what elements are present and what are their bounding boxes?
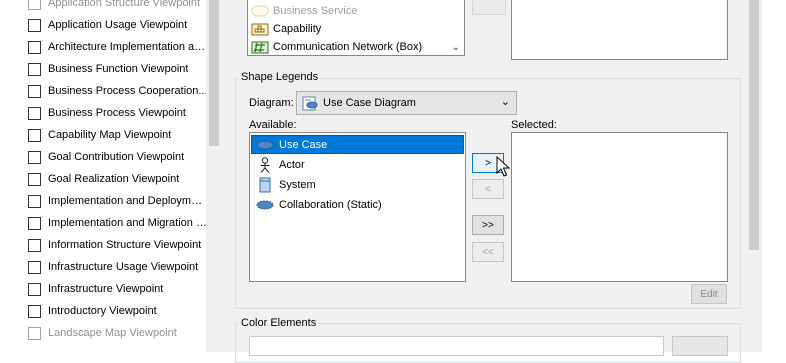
selected-label: Selected: [511,119,557,131]
edit-button[interactable]: Edit [691,284,727,304]
business-service-icon [251,5,269,17]
viewpoint-label: Implementation and Deploymen... [48,195,206,207]
viewpoint-checkbox[interactable] [28,194,41,208]
list-item-use-case[interactable]: Use Case [251,135,464,154]
viewpoint-checkbox[interactable] [28,128,41,142]
viewpoint-label: Capability Map Viewpoint [48,129,172,141]
viewpoint-item[interactable]: Information Structure Viewpoint [28,236,206,254]
list-item-collaboration[interactable]: Collaboration (Static) [251,195,464,214]
viewpoint-item[interactable]: Landscape Map Viewpoint [28,324,206,342]
viewpoint-label: Goal Realization Viewpoint [48,173,180,185]
diagram-label: Diagram: [249,97,294,109]
viewpoint-label: Implementation and Migration V... [48,217,206,229]
viewpoint-label: Business Process Viewpoint [48,107,186,119]
list-item[interactable]: Business Service [251,2,357,20]
list-item-system[interactable]: System [251,175,464,194]
viewpoint-list-scroll-thumb[interactable] [209,0,219,146]
viewpoint-label: Application Usage Viewpoint [48,19,188,31]
viewpoint-item[interactable]: Application Structure Viewpoint [28,0,206,12]
remove-all-button[interactable]: << [472,242,504,262]
list-item-label: Collaboration (Static) [279,198,382,211]
element-type-list[interactable]: Business Service Capability Communicatio… [247,0,465,56]
available-list[interactable]: Use Case Actor System Collaboration (Sta… [249,132,466,282]
viewpoint-checkbox[interactable] [28,84,41,98]
viewpoint-checkbox[interactable] [28,150,41,164]
chevron-down-icon[interactable]: ⌄ [452,42,460,53]
diagram-select-value: Use Case Diagram [323,97,416,109]
list-item-label: Business Service [273,5,358,17]
viewpoint-checkbox[interactable] [28,62,41,76]
viewpoint-label: Business Process Cooperation... [48,85,206,97]
viewpoint-item[interactable]: Business Process Viewpoint [28,104,206,122]
system-icon [259,177,271,192]
viewpoint-label: Goal Contribution Viewpoint [48,151,185,163]
viewpoint-item[interactable]: Application Usage Viewpoint [28,16,206,34]
viewpoint-list[interactable]: Application Structure Viewpoint Applicati… [18,0,206,352]
settings-scroll-thumb[interactable] [749,0,759,250]
viewpoint-checkbox[interactable] [28,282,41,296]
diagram-select[interactable]: Use Case Diagram ⌄ [296,91,517,115]
use-case-icon [256,140,274,149]
list-item-label: System [279,178,316,191]
viewpoint-checkbox[interactable] [28,216,41,230]
viewpoint-label: Infrastructure Usage Viewpoint [48,261,199,273]
viewpoint-item[interactable]: Infrastructure Usage Viewpoint [28,258,206,276]
viewpoint-item[interactable]: Goal Contribution Viewpoint [28,148,206,166]
viewpoint-checkbox[interactable] [28,0,41,10]
communication-network-icon [251,41,269,53]
viewpoint-checkbox[interactable] [28,326,41,340]
viewpoint-item[interactable]: Introductory Viewpoint [28,302,206,320]
viewpoint-list-scrollbar[interactable] [206,0,222,352]
viewpoint-label: Introductory Viewpoint [48,305,157,317]
viewpoint-checkbox[interactable] [28,260,41,274]
viewpoint-checkbox[interactable] [28,172,41,186]
top-selected-list[interactable] [511,0,728,60]
chevron-down-icon: ⌄ [500,96,510,108]
color-elements-title: Color Elements [239,317,319,329]
viewpoint-checkbox[interactable] [28,40,41,54]
list-item-label: Capability [273,23,322,35]
viewpoint-checkbox[interactable] [28,106,41,120]
viewpoint-item[interactable]: Goal Realization Viewpoint [28,170,206,188]
list-item[interactable]: Capability [251,20,321,38]
capability-icon [251,23,269,35]
color-elements-button[interactable] [672,336,728,356]
viewpoint-item[interactable]: Architecture Implementation an... [28,38,206,56]
add-all-button[interactable]: >> [472,215,504,235]
viewpoint-item[interactable]: Capability Map Viewpoint [28,126,206,144]
list-item-label: Communication Network (Box) [273,41,423,53]
list-item-label: Use Case [279,138,328,151]
mouse-cursor-icon [496,156,510,177]
list-item-actor[interactable]: Actor [251,155,464,174]
collaboration-icon [256,200,274,209]
viewpoint-item[interactable]: Implementation and Deploymen... [28,192,206,210]
list-item-label: Actor [279,158,305,171]
use-case-diagram-icon [302,96,318,111]
color-elements-list[interactable] [249,336,664,356]
selected-list[interactable] [511,132,728,282]
top-button[interactable] [472,0,506,15]
viewpoint-checkbox[interactable] [28,304,41,318]
viewpoint-label: Architecture Implementation an... [48,41,206,53]
viewpoint-label: Landscape Map Viewpoint [48,327,177,339]
window-edge [762,0,786,352]
viewpoint-item[interactable]: Infrastructure Viewpoint [28,280,206,298]
viewpoint-item[interactable]: Business Function Viewpoint [28,60,206,78]
shape-legends-title: Shape Legends [239,71,321,83]
available-label: Available: [249,119,297,131]
viewpoint-item[interactable]: Business Process Cooperation... [28,82,206,100]
remove-button[interactable]: < [472,179,504,199]
viewpoint-checkbox[interactable] [28,18,41,32]
settings-scrollbar[interactable] [746,0,762,352]
actor-icon [260,156,270,173]
viewpoint-label: Infrastructure Viewpoint [48,283,164,295]
viewpoint-item[interactable]: Implementation and Migration V... [28,214,206,232]
viewpoint-label: Business Function Viewpoint [48,63,189,75]
list-item[interactable]: Communication Network (Box) [251,38,423,55]
viewpoint-label: Application Structure Viewpoint [48,0,201,9]
viewpoint-label: Information Structure Viewpoint [48,239,202,251]
viewpoint-checkbox[interactable] [28,238,41,252]
